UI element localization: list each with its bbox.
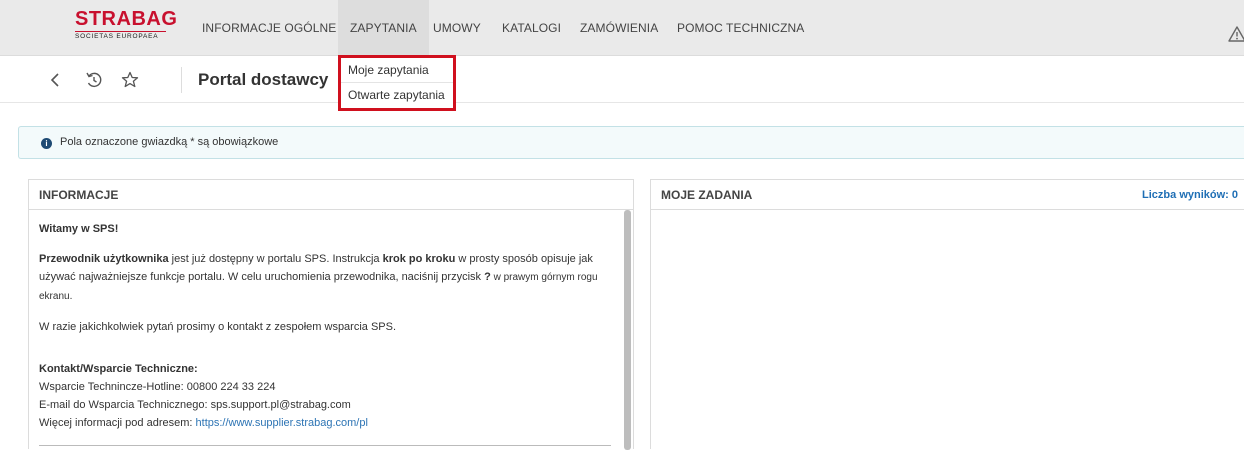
content-divider xyxy=(39,445,611,446)
chevron-left-icon[interactable] xyxy=(46,70,66,90)
hotline-text: Wsparcie Technincze-Hotline: 00800 224 3… xyxy=(39,381,276,393)
required-fields-notice: i Pola oznaczone gwiazdką * są obowiązko… xyxy=(18,126,1244,159)
strabag-logo[interactable]: STRABAG SOCIETAS EUROPAEA xyxy=(75,8,178,48)
more-info-line: Więcej informacji pod adresem: https://w… xyxy=(39,414,619,432)
warning-icon[interactable] xyxy=(1228,26,1244,42)
panel-scrollbar[interactable] xyxy=(624,210,631,450)
nav-informacje-ogolne[interactable]: INFORMACJE OGÓLNE xyxy=(202,0,336,56)
guide-paragraph: Przewodnik użytkownika jest już dostępny… xyxy=(39,250,619,306)
help-question-mark: ? xyxy=(484,271,491,283)
guide-bold: Przewodnik użytkownika xyxy=(39,253,169,265)
guide-bold-2: krok po kroku xyxy=(382,253,456,265)
nav-umowy[interactable]: UMOWY xyxy=(433,0,481,56)
menu-item-otwarte-zapytania[interactable]: Otwarte zapytania xyxy=(341,82,453,106)
contact-heading: Kontakt/Wsparcie Techniczne: xyxy=(39,363,198,375)
informacje-panel: INFORMACJE Witamy w SPS! Przewodnik użyt… xyxy=(28,179,634,450)
moje-zadania-panel: MOJE ZADANIA Liczba wyników: 0 xyxy=(650,179,1244,449)
more-info-prefix: Więcej informacji pod adresem: xyxy=(39,417,196,429)
logo-brand: STRABAG xyxy=(75,8,178,30)
email-text: E-mail do Wsparcia Technicznego: sps.sup… xyxy=(39,399,351,411)
logo-tagline: SOCIETAS EUROPAEA xyxy=(75,31,166,41)
nav-zapytania[interactable]: ZAPYTANIA xyxy=(338,0,429,56)
panel-content: Witamy w SPS! Przewodnik użytkownika jes… xyxy=(39,220,619,432)
toolbar: Portal dostawcy xyxy=(0,57,1244,103)
toolbar-divider xyxy=(181,67,182,93)
nav-pomoc-techniczna[interactable]: POMOC TECHNICZNA xyxy=(677,0,804,56)
menu-item-moje-zapytania[interactable]: Moje zapytania xyxy=(341,58,453,82)
page-title: Portal dostawcy xyxy=(198,70,329,89)
guide-text-1: jest już dostępny w portalu SPS. Instruk… xyxy=(168,253,383,265)
nav-katalogi[interactable]: KATALOGI xyxy=(502,0,561,56)
panel-header: INFORMACJE xyxy=(29,180,633,210)
zapytania-dropdown-menu: Moje zapytania Otwarte zapytania xyxy=(338,55,456,111)
info-icon: i xyxy=(41,138,52,149)
star-icon[interactable] xyxy=(120,70,140,90)
welcome-heading: Witamy w SPS! xyxy=(39,223,119,235)
top-navigation: STRABAG SOCIETAS EUROPAEA INFORMACJE OGÓ… xyxy=(0,0,1244,56)
supplier-link[interactable]: https://www.supplier.strabag.com/pl xyxy=(196,417,368,429)
history-icon[interactable] xyxy=(84,70,104,90)
notice-text: Pola oznaczone gwiazdką * są obowiązkowe xyxy=(60,136,279,148)
results-count: Liczba wyników: 0 xyxy=(1142,189,1238,201)
nav-zamowienia[interactable]: ZAMÓWIENIA xyxy=(580,0,658,56)
contact-note: W razie jakichkolwiek pytań prosimy o ko… xyxy=(39,321,397,333)
